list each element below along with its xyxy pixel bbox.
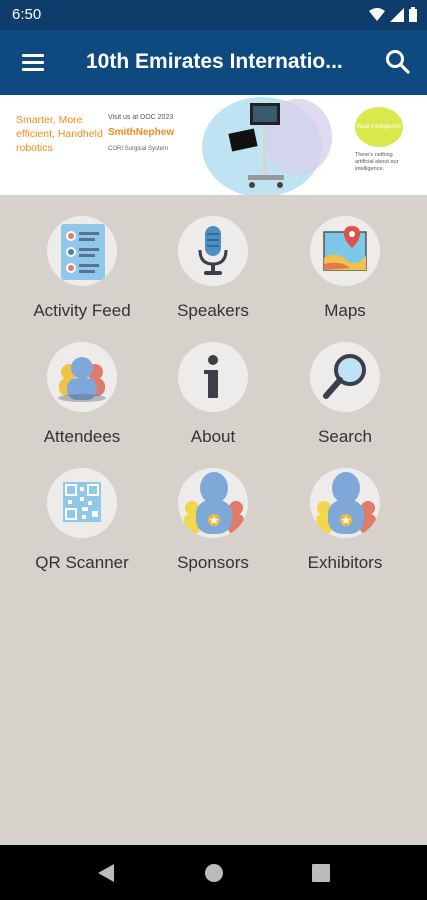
app-title: 10th Emirates Internatio...: [86, 50, 343, 73]
map-icon: [310, 216, 380, 286]
recents-icon[interactable]: [312, 864, 330, 882]
menu-icon[interactable]: [20, 50, 46, 74]
qr-code-icon: [47, 468, 117, 538]
banner-tagline: Smarter, More efficient, Handheld roboti…: [16, 114, 103, 154]
system-nav-bar: [0, 845, 427, 900]
status-time: 6:50: [12, 6, 42, 23]
back-icon[interactable]: [96, 863, 116, 883]
microphone-icon: [178, 216, 248, 286]
tile-speakers[interactable]: Speakers: [147, 195, 279, 320]
robot-cart-image: [202, 97, 332, 195]
battery-icon: [409, 7, 417, 22]
sponsor-banner[interactable]: Smarter, More efficient, Handheld roboti…: [0, 95, 427, 195]
tile-activity-feed[interactable]: Activity Feed: [16, 195, 148, 320]
tile-maps[interactable]: Maps: [279, 195, 411, 320]
banner-small-text: There's nothing artificial about our int…: [355, 152, 399, 172]
tile-label: QR Scanner: [35, 553, 129, 572]
tile-label: Exhibitors: [307, 553, 383, 572]
status-icons: [369, 7, 417, 22]
tile-exhibitors[interactable]: Exhibitors: [279, 447, 411, 572]
magnifier-icon: [310, 342, 380, 412]
tile-search[interactable]: Search: [279, 321, 411, 446]
banner-brand: SmithNephew: [108, 127, 175, 138]
tile-label: Sponsors: [177, 553, 249, 572]
attendees-icon: [47, 342, 117, 412]
tile-label: Speakers: [177, 301, 249, 320]
tile-label: Activity Feed: [33, 301, 131, 320]
banner-bubble: Real Intelligence: [355, 107, 403, 147]
home-icon[interactable]: [204, 863, 224, 883]
tile-label: About: [190, 427, 236, 446]
banner-visit-text: Visit us at DOC 2023: [108, 114, 174, 121]
tile-label: Attendees: [43, 427, 121, 446]
menu-grid: Activity Feed Speakers Maps Attendees Ab…: [0, 195, 427, 845]
tile-label: Search: [318, 427, 372, 446]
wifi-icon: [369, 7, 385, 21]
status-bar: 6:50: [0, 0, 427, 30]
banner-product: CORI Surgical System: [108, 146, 169, 152]
tile-attendees[interactable]: Attendees: [16, 321, 148, 446]
info-icon: [178, 342, 248, 412]
tile-label: Maps: [324, 301, 366, 320]
signal-icon: [390, 7, 404, 22]
activity-feed-icon: [47, 216, 117, 286]
app-bar: 10th Emirates Internatio...: [0, 30, 427, 95]
search-icon[interactable]: [385, 49, 411, 75]
tile-about[interactable]: About: [147, 321, 279, 446]
sponsors-icon: [178, 468, 248, 538]
tile-sponsors[interactable]: Sponsors: [147, 447, 279, 572]
exhibitors-icon: [310, 468, 380, 538]
tile-qr-scanner[interactable]: QR Scanner: [16, 447, 148, 572]
